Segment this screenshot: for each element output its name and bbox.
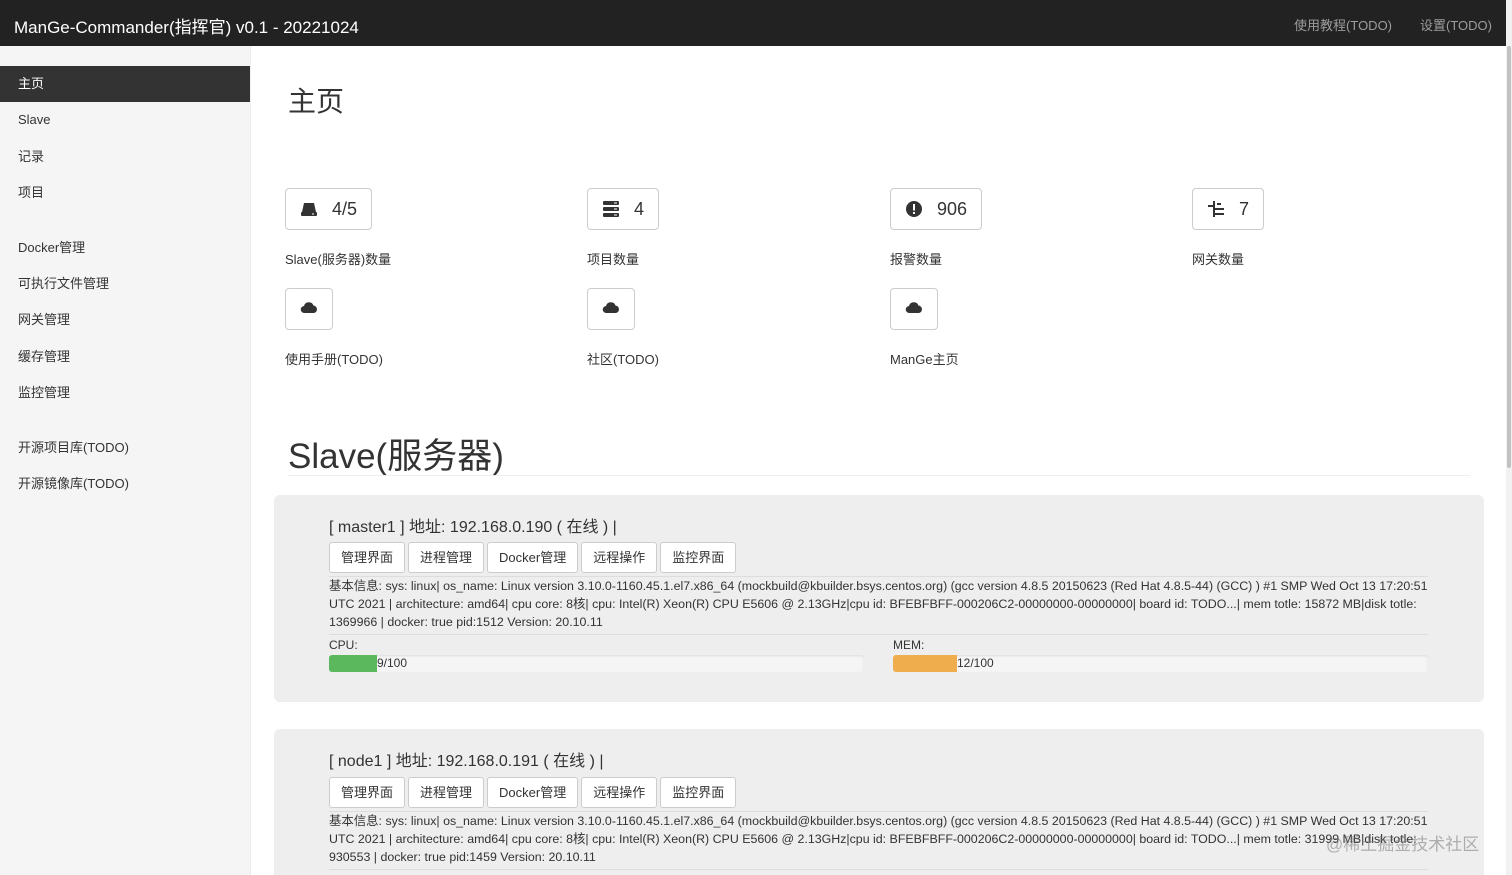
homepage-link-button[interactable] [890, 288, 938, 330]
community-link-label: 社区(TODO) [587, 352, 659, 367]
page-scrollbar-thumb[interactable] [1507, 46, 1511, 468]
hdd-icon [300, 200, 318, 218]
admin-ui-button[interactable]: 管理界面 [329, 777, 406, 808]
sidebar-item-executables[interactable]: 可执行文件管理 [0, 266, 250, 302]
project-count-button[interactable]: 4 [587, 188, 660, 230]
alert-count-button[interactable]: 906 [890, 188, 983, 230]
sidebar-item-open-images[interactable]: 开源镜像库(TODO) [0, 466, 250, 502]
project-count-label: 项目数量 [587, 252, 640, 267]
sidebar-item-monitor[interactable]: 监控管理 [0, 375, 250, 411]
slave-count-button[interactable]: 4/5 [285, 188, 373, 230]
remote-operation-button[interactable]: 远程操作 [581, 777, 658, 808]
slave-card-title: [ node1 ] 地址: 192.168.0.191 ( 在线 ) | [329, 753, 604, 770]
sidebar-item-open-projects[interactable]: 开源项目库(TODO) [0, 430, 250, 466]
mem-progress-text: 12/100 [957, 656, 994, 670]
sidebar-item-projects[interactable]: 项目 [0, 175, 250, 211]
slave-count-label: Slave(服务器)数量 [285, 252, 392, 267]
monitor-ui-button[interactable]: 监控界面 [660, 542, 737, 573]
slave-info-text: 基本信息: sys: linux| os_name: Linux version… [329, 814, 1428, 864]
slave-actions: 管理界面 进程管理 Docker管理 远程操作 监控界面 [329, 777, 737, 808]
cpu-progress-text: 9/100 [377, 656, 408, 670]
project-count-value: 4 [634, 198, 645, 219]
cpu-progress-fill [329, 655, 377, 672]
mem-progress-fill [893, 655, 957, 672]
alert-icon [905, 200, 923, 218]
slave-card: [ node1 ] 地址: 192.168.0.191 ( 在线 ) | 管理界… [274, 729, 1484, 875]
server-stack-icon [602, 200, 620, 218]
cloud-icon [905, 301, 923, 318]
cloud-icon [300, 301, 318, 318]
manual-link-label: 使用手册(TODO) [285, 352, 383, 367]
monitor-ui-button[interactable]: 监控界面 [660, 777, 737, 808]
slave-actions: 管理界面 进程管理 Docker管理 远程操作 监控界面 [329, 542, 737, 573]
sidebar-item-docker[interactable]: Docker管理 [0, 230, 250, 266]
slave-section-title: Slave(服务器) [288, 437, 504, 476]
gateway-count-value: 7 [1239, 198, 1250, 219]
slave-card: [ master1 ] 地址: 192.168.0.190 ( 在线 ) | 管… [274, 495, 1484, 702]
process-manage-button[interactable]: 进程管理 [408, 777, 485, 808]
tree-icon [1207, 200, 1225, 218]
sidebar-item-records[interactable]: 记录 [0, 139, 250, 175]
homepage-link-label: ManGe主页 [890, 352, 959, 367]
top-navbar: ManGe-Commander(指挥官) v0.1 - 20221024 使用教… [0, 0, 1506, 46]
sidebar-item-gateway[interactable]: 网关管理 [0, 302, 250, 338]
section-divider [288, 475, 1470, 476]
nav-tutorial-link[interactable]: 使用教程(TODO) [1294, 15, 1392, 34]
sidebar: 主页 Slave 记录 项目 Docker管理 可执行文件管理 网关管理 缓存管… [0, 46, 251, 875]
card-divider [329, 634, 1428, 635]
sidebar-item-cache[interactable]: 缓存管理 [0, 339, 250, 375]
sidebar-item-home[interactable]: 主页 [0, 66, 250, 102]
process-manage-button[interactable]: 进程管理 [408, 542, 485, 573]
cpu-label: CPU: [329, 638, 358, 652]
card-divider [329, 869, 1428, 870]
nav-settings-link[interactable]: 设置(TODO) [1420, 15, 1492, 34]
alert-count-value: 906 [937, 198, 968, 219]
sidebar-item-slave[interactable]: Slave [0, 102, 250, 138]
slave-count-value: 4/5 [332, 198, 358, 219]
mem-label: MEM: [893, 638, 925, 652]
community-link-button[interactable] [587, 288, 635, 330]
watermark: @稀土掘金技术社区 [1326, 835, 1480, 854]
mem-progress-bar: 12/100 [893, 655, 1428, 672]
slave-card-title: [ master1 ] 地址: 192.168.0.190 ( 在线 ) | [329, 519, 617, 536]
docker-manage-button[interactable]: Docker管理 [487, 777, 579, 808]
remote-operation-button[interactable]: 远程操作 [581, 542, 658, 573]
top-nav: 使用教程(TODO) 设置(TODO) [1294, 15, 1492, 34]
admin-ui-button[interactable]: 管理界面 [329, 542, 406, 573]
gateway-count-label: 网关数量 [1192, 252, 1245, 267]
alert-count-label: 报警数量 [890, 252, 943, 267]
app-title[interactable]: ManGe-Commander(指挥官) v0.1 - 20221024 [14, 13, 359, 38]
cloud-icon [602, 301, 620, 318]
manual-link-button[interactable] [285, 288, 333, 330]
cpu-progress-bar: 9/100 [329, 655, 864, 672]
slave-info-text: 基本信息: sys: linux| os_name: Linux version… [329, 579, 1428, 629]
docker-manage-button[interactable]: Docker管理 [487, 542, 579, 573]
gateway-count-button[interactable]: 7 [1192, 188, 1265, 230]
page-title: 主页 [288, 86, 345, 117]
